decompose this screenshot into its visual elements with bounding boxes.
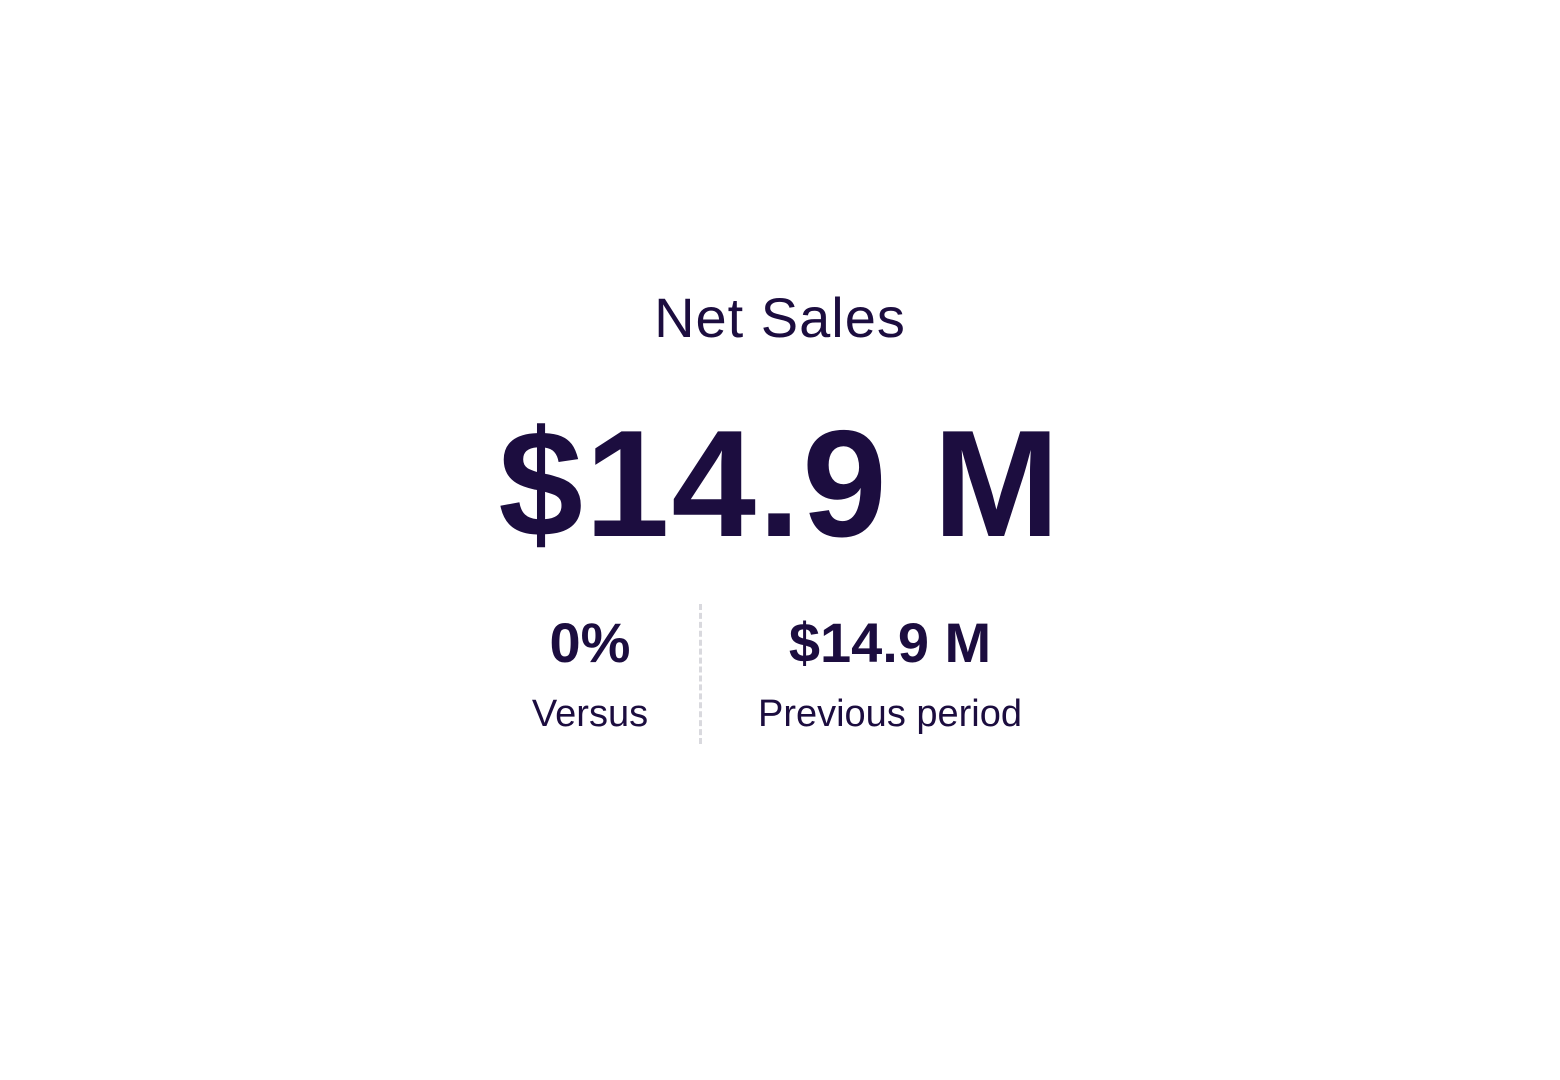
change-block: 0% Versus — [500, 604, 680, 738]
comparison-row: 0% Versus $14.9 M Previous period — [0, 604, 1560, 744]
previous-period-block: $14.9 M Previous period — [730, 604, 1050, 738]
change-percent: 0% — [549, 611, 631, 674]
previous-value: $14.9 M — [788, 611, 992, 674]
kpi-title: Net Sales — [654, 286, 906, 349]
previous-label: Previous period — [757, 693, 1023, 735]
change-label: Versus — [531, 693, 649, 735]
kpi-card: Net Sales $14.9 M 0% Versus $14.9 M Prev… — [0, 0, 1560, 1080]
comparison-divider — [699, 604, 702, 744]
kpi-value: $14.9 M — [498, 399, 1062, 569]
